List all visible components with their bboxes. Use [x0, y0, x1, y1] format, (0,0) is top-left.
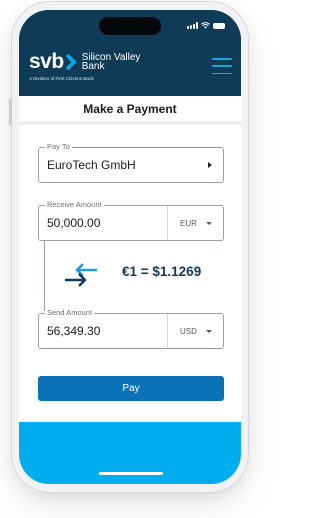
home-indicator[interactable]: [99, 472, 163, 475]
receive-amount-value[interactable]: 50,000.00: [47, 206, 100, 240]
pay-to-value: EuroTech GmbH: [47, 158, 136, 172]
swap-arrows-icon: [65, 263, 97, 287]
caret-down-icon: [206, 222, 212, 225]
pay-button[interactable]: Pay: [38, 376, 224, 401]
logo-bank-name: Silicon Valley Bank: [81, 53, 141, 72]
send-currency-select[interactable]: USD: [167, 314, 223, 348]
status-bar: [19, 10, 241, 36]
logo-wordmark: svb: [29, 50, 64, 73]
phone-frame: svb Silicon Valley Bank A Division of Fi…: [9, 2, 248, 492]
logo-subtitle: A Division of First Citizens Bank: [29, 76, 94, 81]
dynamic-island: [99, 17, 161, 35]
receive-currency-value: EUR: [180, 218, 197, 228]
caret-right-icon: [208, 162, 212, 168]
battery-icon: [213, 22, 225, 29]
logo-name-line2: Bank: [81, 61, 105, 72]
app-header: svb Silicon Valley Bank A Division of Fi…: [19, 10, 241, 96]
send-amount-value[interactable]: 56,349.30: [47, 314, 100, 348]
receive-currency-select[interactable]: EUR: [167, 206, 223, 240]
logo-chevron-icon: [65, 54, 77, 70]
page-title: Make a Payment: [83, 102, 177, 116]
wifi-icon: [201, 22, 210, 29]
screen: svb Silicon Valley Bank A Division of Fi…: [19, 10, 241, 484]
hamburger-icon[interactable]: [212, 57, 232, 75]
status-icons: [187, 22, 225, 29]
signal-icon: [187, 22, 198, 29]
svb-logo: svb Silicon Valley Bank: [29, 50, 141, 73]
receive-amount-field[interactable]: Receive Amount 50,000.00 EUR: [38, 200, 224, 241]
pay-to-select[interactable]: Pay To EuroTech GmbH: [38, 142, 224, 183]
connector-line: [44, 240, 45, 311]
payment-form: Make a Payment Pay To EuroTech GmbH Rece…: [19, 96, 241, 422]
send-amount-field[interactable]: Send Amount 56,349.30 USD: [38, 308, 224, 349]
caret-down-icon: [206, 330, 212, 333]
send-currency-value: USD: [180, 326, 197, 336]
exchange-rate: €1 = $1.1269: [122, 264, 202, 279]
title-divider: [19, 121, 241, 125]
